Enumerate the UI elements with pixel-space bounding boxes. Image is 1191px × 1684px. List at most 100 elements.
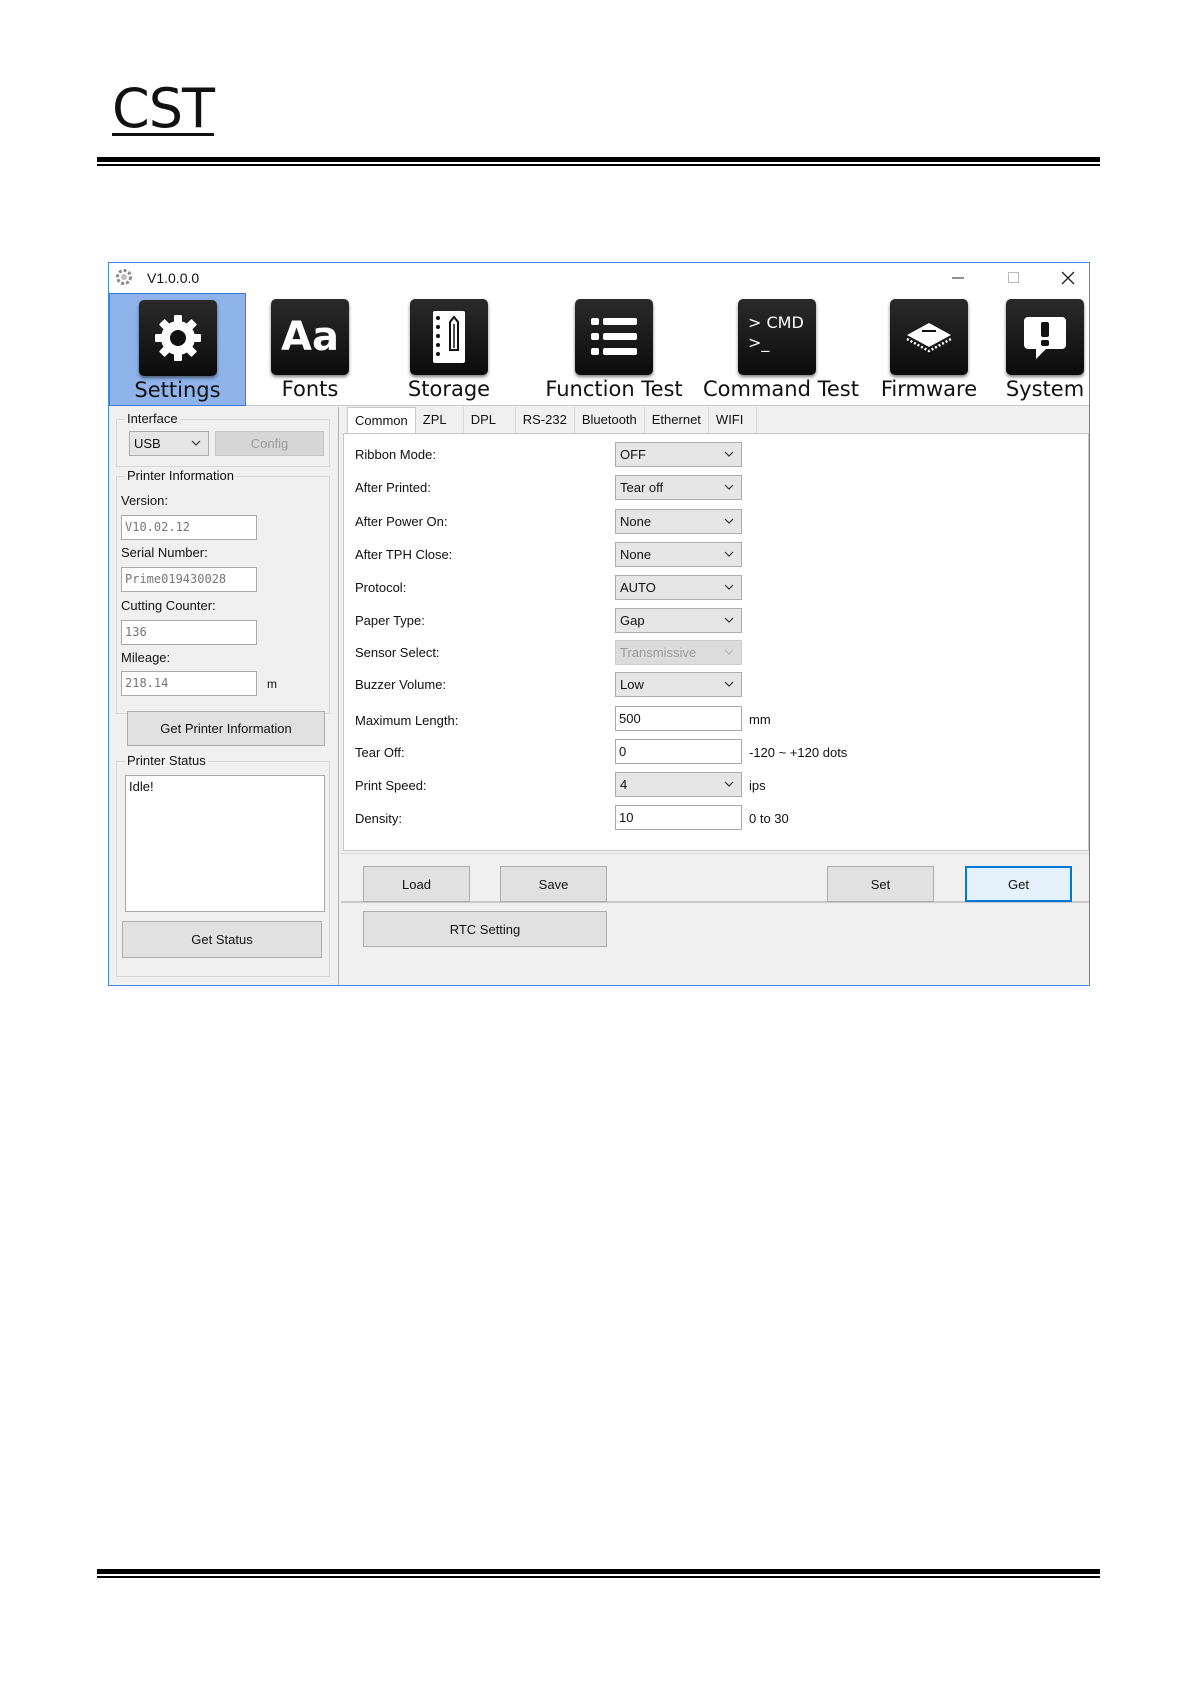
set-button[interactable]: Set xyxy=(827,866,934,902)
chevron-down-icon xyxy=(724,781,734,787)
interface-select[interactable]: USB xyxy=(129,431,209,456)
toolbar-settings[interactable]: Settings xyxy=(109,293,246,406)
fonts-icon: Aa xyxy=(271,299,349,375)
paper-type-value: Gap xyxy=(620,613,645,628)
get-button[interactable]: Get xyxy=(965,866,1072,902)
printer-status-group: Printer Status Idle! Get Status xyxy=(116,753,330,977)
title-bar: V1.0.0.0 xyxy=(109,263,1089,293)
toolbar-label-command-test: Command Test xyxy=(703,377,859,401)
after-tph-close-value: None xyxy=(620,547,652,562)
protocol-label: Protocol: xyxy=(355,580,407,595)
cutting-counter-label: Cutting Counter: xyxy=(121,598,216,613)
sensor-select-select[interactable]: Transmissive xyxy=(615,640,742,665)
tear-off-field[interactable]: 0 xyxy=(615,739,742,764)
after-power-on-select[interactable]: None xyxy=(615,509,742,534)
toolbar-function-test[interactable]: Function Test xyxy=(529,293,699,406)
tab-dpl[interactable]: DPL xyxy=(464,407,516,433)
toolbar-command-test[interactable]: > CMD >_ Command Test xyxy=(703,293,859,406)
density-field[interactable]: 10 xyxy=(615,805,742,830)
common-settings-panel: Ribbon Mode: OFF After Printed: Tear off… xyxy=(343,433,1089,851)
paper-type-label: Paper Type: xyxy=(355,613,425,628)
left-pane: Interface USB Config Printer Information… xyxy=(109,407,339,985)
buzzer-volume-label: Buzzer Volume: xyxy=(355,677,447,692)
sensor-select-value: Transmissive xyxy=(620,645,697,660)
maximize-button[interactable] xyxy=(991,263,1037,293)
cmd-line-2: >_ xyxy=(748,333,770,352)
after-printed-select[interactable]: Tear off xyxy=(615,475,742,500)
tab-bluetooth[interactable]: Bluetooth xyxy=(575,407,645,433)
main-toolbar: Settings Aa Fonts Storage Function Test … xyxy=(109,293,1089,406)
cutting-counter-field[interactable]: 136 xyxy=(121,620,257,645)
action-bar: Load Save Set Get xyxy=(341,853,1089,903)
chevron-down-icon xyxy=(724,584,734,590)
mileage-unit: m xyxy=(267,677,277,691)
maximum-length-label: Maximum Length: xyxy=(355,713,459,728)
mileage-field[interactable]: 218.14 xyxy=(121,671,257,696)
minimize-icon xyxy=(952,277,964,279)
printer-status-title: Printer Status xyxy=(125,753,208,768)
toolbar-system[interactable]: System xyxy=(999,293,1089,406)
close-button[interactable] xyxy=(1045,263,1089,293)
tab-rs232[interactable]: RS-232 xyxy=(516,407,575,433)
print-speed-select[interactable]: 4 xyxy=(615,772,742,797)
list-icon xyxy=(575,299,653,375)
maximum-length-field[interactable]: 500 xyxy=(615,706,742,731)
get-printer-information-button[interactable]: Get Printer Information xyxy=(127,711,325,746)
app-window: V1.0.0.0 Settings Aa Fonts Storage Funct… xyxy=(108,262,1090,986)
printer-information-group: Printer Information Version: V10.02.12 S… xyxy=(116,468,330,714)
ribbon-mode-select[interactable]: OFF xyxy=(615,442,742,467)
interface-value: USB xyxy=(134,436,161,451)
buzzer-volume-value: Low xyxy=(620,677,644,692)
close-icon xyxy=(1061,271,1075,285)
toolbar-label-function-test: Function Test xyxy=(545,377,683,401)
chevron-down-icon xyxy=(724,451,734,457)
chevron-down-icon xyxy=(191,440,201,446)
config-button[interactable]: Config xyxy=(215,431,324,456)
storage-notebook-icon xyxy=(410,299,488,375)
toolbar-label-storage: Storage xyxy=(407,377,491,401)
sensor-select-label: Sensor Select: xyxy=(355,645,440,660)
chevron-down-icon xyxy=(724,551,734,557)
paper-type-select[interactable]: Gap xyxy=(615,608,742,633)
fonts-icon-glyph: Aa xyxy=(281,314,339,360)
tab-ethernet[interactable]: Ethernet xyxy=(645,407,709,433)
after-tph-close-label: After TPH Close: xyxy=(355,547,453,562)
printer-status-text[interactable]: Idle! xyxy=(125,775,325,912)
buzzer-volume-select[interactable]: Low xyxy=(615,672,742,697)
protocol-value: AUTO xyxy=(620,580,656,595)
tab-wifi[interactable]: WIFI xyxy=(709,407,757,433)
cmd-terminal-icon: > CMD >_ xyxy=(738,299,816,375)
toolbar-storage[interactable]: Storage xyxy=(379,293,519,406)
toolbar-fonts[interactable]: Aa Fonts xyxy=(249,293,371,406)
tab-common[interactable]: Common xyxy=(347,407,416,434)
serial-number-field[interactable]: Prime019430028 xyxy=(121,567,257,592)
protocol-select[interactable]: AUTO xyxy=(615,575,742,600)
tab-zpl[interactable]: ZPL xyxy=(416,407,464,433)
minimize-button[interactable] xyxy=(935,263,981,293)
serial-number-label: Serial Number: xyxy=(121,545,208,560)
load-button[interactable]: Load xyxy=(363,866,470,902)
app-gear-icon xyxy=(116,269,132,285)
interface-group-title: Interface xyxy=(125,411,180,426)
rtc-setting-button[interactable]: RTC Setting xyxy=(363,911,607,947)
interface-group: Interface USB Config xyxy=(116,411,330,467)
chip-icon xyxy=(890,299,968,375)
gear-icon xyxy=(139,300,217,376)
after-printed-value: Tear off xyxy=(620,480,664,495)
ribbon-mode-value: OFF xyxy=(620,447,646,462)
save-button[interactable]: Save xyxy=(500,866,607,902)
print-speed-unit: ips xyxy=(749,778,766,793)
density-label: Density: xyxy=(355,811,402,826)
toolbar-label-settings: Settings xyxy=(134,378,221,402)
version-label: Version: xyxy=(121,493,168,508)
after-tph-close-select[interactable]: None xyxy=(615,542,742,567)
header-rule xyxy=(97,157,1100,166)
footer-rule xyxy=(97,1569,1100,1578)
density-range: 0 to 30 xyxy=(749,811,789,826)
toolbar-firmware[interactable]: Firmware xyxy=(864,293,994,406)
after-power-on-value: None xyxy=(620,514,652,529)
chevron-down-icon xyxy=(724,484,734,490)
after-printed-label: After Printed: xyxy=(355,480,431,495)
get-status-button[interactable]: Get Status xyxy=(122,921,322,958)
version-field[interactable]: V10.02.12 xyxy=(121,515,257,540)
